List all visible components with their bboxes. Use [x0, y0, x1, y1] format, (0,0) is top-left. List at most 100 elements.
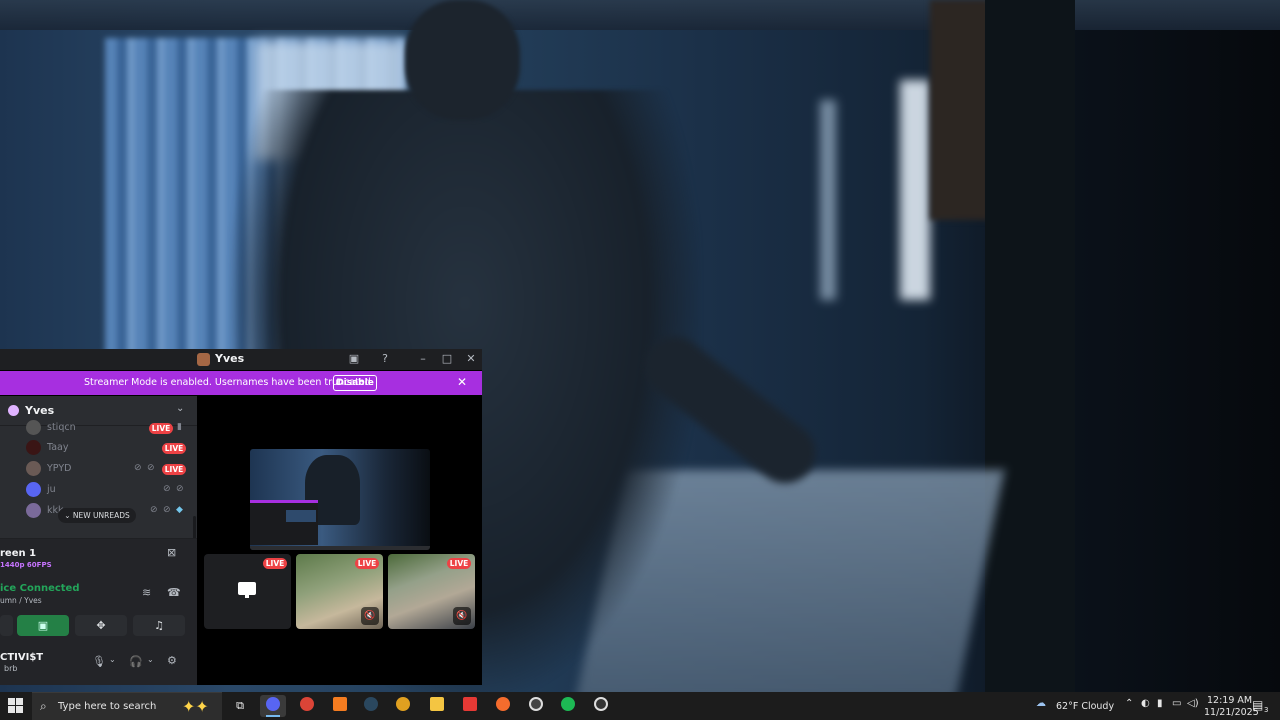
live-badge: LIVE [149, 423, 173, 434]
noise-suppression-icon[interactable]: ≋ [142, 586, 151, 599]
stream-app-content [286, 510, 316, 522]
screen-share-name: reen 1 [0, 548, 37, 559]
activities-button[interactable]: ✥ [75, 615, 127, 636]
streamer-mode-text: Streamer Mode is enabled. Usernames have… [84, 377, 374, 388]
chevron-down-icon[interactable]: ⌄ [147, 655, 154, 664]
clock-time[interactable]: 12:19 AM [1207, 695, 1252, 706]
notification-icon[interactable]: ▤ [1252, 698, 1263, 712]
live-badge: LIVE [447, 558, 471, 569]
voice-user-name: ju [47, 484, 56, 495]
chevron-down-icon[interactable]: ⌄ [176, 403, 184, 414]
door-frame [985, 0, 1075, 692]
stream-tile[interactable]: LIVE [204, 554, 291, 629]
server-name: Yves [25, 404, 55, 417]
weather-text[interactable]: 62°F Cloudy [1056, 701, 1114, 712]
steam-taskbar-icon[interactable] [358, 695, 384, 717]
discord-default-avatar-icon [26, 482, 41, 497]
deafened-icon: ⊘ [163, 505, 171, 515]
weather-cloud-icon[interactable]: ☁ [1036, 698, 1046, 709]
live-badge: LIVE [355, 558, 379, 569]
stream-taskbar [250, 546, 430, 550]
voice-channel-location[interactable]: umn / Yves [0, 596, 42, 605]
discord-window: Yves ▣ ? – □ ✕ Streamer Mode is enabled.… [0, 349, 482, 685]
search-highlight-icon: ✦✦ [182, 697, 209, 716]
stream-tile[interactable]: LIVE 🔇 [388, 554, 475, 629]
tray-app-icon[interactable]: ◐ [1141, 698, 1150, 709]
person-head [405, 0, 520, 120]
user-panel-username[interactable]: CTIVI$T [0, 652, 43, 663]
soundboard-button[interactable]: ♫ [133, 615, 185, 636]
voice-user-item[interactable]: Taay LIVE [0, 438, 197, 458]
speaker-muted-icon[interactable]: 🔇 [361, 607, 379, 625]
chevron-up-icon[interactable]: ⌃ [1125, 698, 1133, 709]
app-shield-taskbar-icon[interactable] [390, 695, 416, 717]
help-icon[interactable]: ? [378, 352, 392, 366]
voice-user-item[interactable]: stiqcn LIVE ▮ [0, 418, 197, 438]
network-icon[interactable]: ▭ [1172, 698, 1181, 709]
stream-icon: ▮ [177, 422, 182, 432]
camera-button[interactable] [0, 615, 13, 636]
ceiling [0, 0, 1280, 30]
disconnect-icon[interactable]: ☎ [167, 586, 181, 599]
monitor-icon [238, 582, 256, 598]
voice-user-item[interactable]: ju ⊘ ⊘ [0, 480, 197, 500]
origin-taskbar-icon[interactable] [490, 695, 516, 717]
windows-start-icon[interactable] [8, 698, 24, 714]
file-explorer-taskbar-icon[interactable] [424, 695, 450, 717]
chevron-down-icon[interactable]: ⌄ [109, 655, 116, 664]
live-badge: LIVE [263, 558, 287, 569]
deafened-icon: ⊘ [176, 484, 184, 494]
inbox-icon[interactable]: ▣ [347, 352, 361, 366]
muted-icon: ⊘ [163, 484, 171, 494]
avatar [26, 440, 41, 455]
speaker-muted-icon[interactable]: 🔇 [453, 607, 471, 625]
search-placeholder: Type here to search [58, 701, 157, 712]
wall-light-small [820, 100, 836, 300]
volume-icon[interactable]: ◁) [1187, 698, 1199, 709]
app-red-taskbar-icon[interactable] [457, 695, 483, 717]
discord-taskbar-icon[interactable] [260, 695, 286, 717]
chevron-down-icon: ⌄ [64, 511, 73, 520]
new-unreads-label: NEW UNREADS [72, 511, 130, 520]
rtc-panel: reen 1 1440p 60FPS ⊠ ice Connected umn /… [0, 538, 197, 685]
taskbar-search-box[interactable]: ⌕ Type here to search ✦✦ [32, 692, 222, 720]
stream-tile[interactable]: LIVE 🔇 [296, 554, 383, 629]
avatar [26, 503, 41, 518]
task-view-icon[interactable]: ⧉ [227, 695, 253, 717]
close-icon[interactable]: ✕ [464, 352, 478, 366]
app-circle-taskbar-icon[interactable] [523, 695, 549, 717]
chrome-taskbar-icon[interactable] [294, 695, 320, 717]
new-unreads-pill[interactable]: ⌄ NEW UNREADS [58, 508, 136, 523]
minimize-icon[interactable]: – [416, 352, 430, 366]
stop-streaming-icon[interactable]: ⊠ [167, 547, 179, 559]
microphone-tray-icon[interactable]: ▮ [1157, 698, 1163, 709]
wall-cabinet [930, 0, 990, 220]
screen-share-quality: 1440p 60FPS [0, 561, 52, 569]
wall-light [900, 80, 930, 300]
maximize-icon[interactable]: □ [440, 352, 454, 366]
title-bar: Yves ▣ ? – □ ✕ [0, 349, 482, 370]
main-stream-preview[interactable] [250, 449, 430, 550]
muted-icon: ⊘ [134, 463, 142, 473]
voice-user-name: YPYD [47, 463, 72, 474]
gear-icon[interactable]: ⚙ [167, 654, 177, 667]
voice-user-name: stiqcn [47, 422, 76, 433]
avatar [26, 420, 41, 435]
muted-icon: ⊘ [150, 505, 158, 515]
windows-taskbar: ⌕ Type here to search ✦✦ ⧉ ☁ 62°F Cloudy… [0, 692, 1280, 720]
microphone-icon[interactable]: 🎙 [92, 655, 106, 668]
voice-connected-status[interactable]: ice Connected [0, 583, 80, 594]
user-panel-status: brb [4, 664, 18, 673]
app-a-taskbar-icon[interactable] [327, 695, 353, 717]
close-banner-icon[interactable]: ✕ [457, 375, 467, 389]
disable-streamer-mode-button[interactable]: Disable [333, 375, 377, 391]
headphones-icon[interactable]: 🎧 [129, 655, 143, 668]
screen-share-button[interactable]: ▣ [17, 615, 69, 636]
activity-icon: ◆ [176, 505, 183, 515]
media-player-taskbar-icon[interactable] [588, 695, 614, 717]
voice-user-item[interactable]: YPYD ⊘ ⊘ LIVE [0, 459, 197, 479]
live-badge: LIVE [162, 464, 186, 475]
clock-date[interactable]: 11/21/2025 [1204, 707, 1259, 718]
notification-count: 3 [1264, 706, 1269, 714]
spotify-taskbar-icon[interactable] [555, 695, 581, 717]
